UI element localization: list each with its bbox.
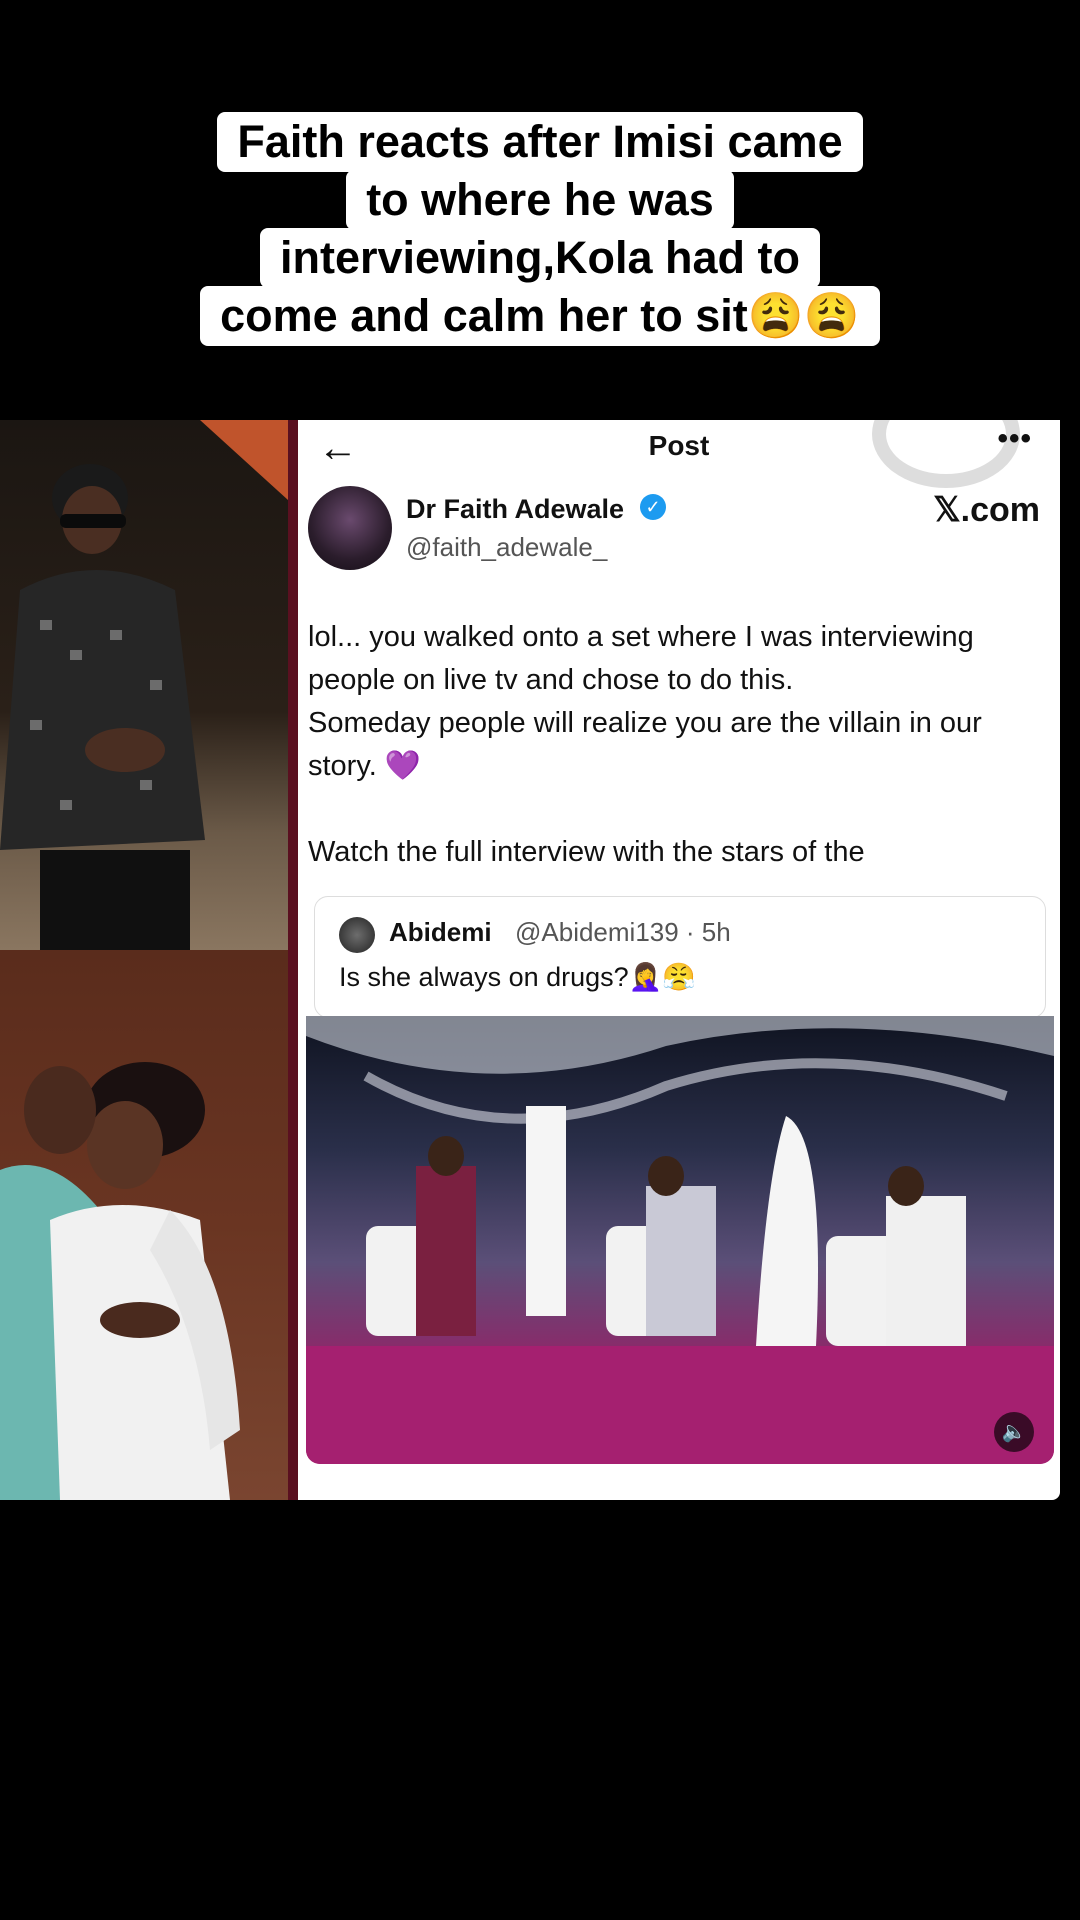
photo-man-in-suit [0, 420, 288, 950]
source-label: 𝕏.com [933, 491, 1040, 529]
man-figure [0, 420, 288, 950]
verified-badge-icon: ✓ [640, 494, 666, 520]
quote-text: Is she always on drugs?🤦‍♀️😤 [339, 962, 696, 992]
post-topbar: ← Post ••• [298, 420, 1060, 488]
couple-figure [0, 1062, 240, 1500]
caption: Faith reacts after Imisi came to where h… [0, 112, 1080, 346]
author-name[interactable]: Dr Faith Adewale [406, 494, 624, 525]
caption-line: interviewing,Kola had to [259, 228, 821, 288]
post-line: people on live tv and chose to do this. [308, 664, 794, 696]
stage-scene [306, 1016, 1054, 1464]
author-handle[interactable]: @faith_adewale_ [406, 532, 607, 563]
quote-meta: @Abidemi139 · 5h [515, 917, 731, 947]
post-line: Someday people will realize you are the … [308, 707, 982, 739]
avatar[interactable] [308, 486, 392, 570]
post-line: Watch the full interview with the stars … [308, 836, 865, 868]
post-body: lol... you walked onto a set where I was… [308, 616, 1048, 874]
quote-author-name: Abidemi [389, 917, 492, 947]
volume-icon[interactable]: 🔈 [994, 1412, 1034, 1452]
post-line: story. 💜 [308, 750, 421, 782]
quoted-post[interactable]: Abidemi @Abidemi139 · 5h Is she always o… [314, 896, 1046, 1018]
post-card: ← Post ••• Dr Faith Adewale ✓ @faith_ade… [298, 420, 1060, 1500]
post-line: lol... you walked onto a set where I was… [308, 621, 974, 653]
more-horizontal-icon[interactable]: ••• [997, 422, 1032, 456]
divider [288, 420, 298, 1500]
photo-couple [0, 950, 288, 1500]
quote-avatar [339, 917, 375, 953]
caption-line: Faith reacts after Imisi came [217, 112, 863, 172]
video-player[interactable]: 🔈 [306, 1016, 1054, 1464]
caption-line: come and calm her to sit😩😩 [200, 286, 880, 346]
caption-line: to where he was [346, 170, 734, 230]
